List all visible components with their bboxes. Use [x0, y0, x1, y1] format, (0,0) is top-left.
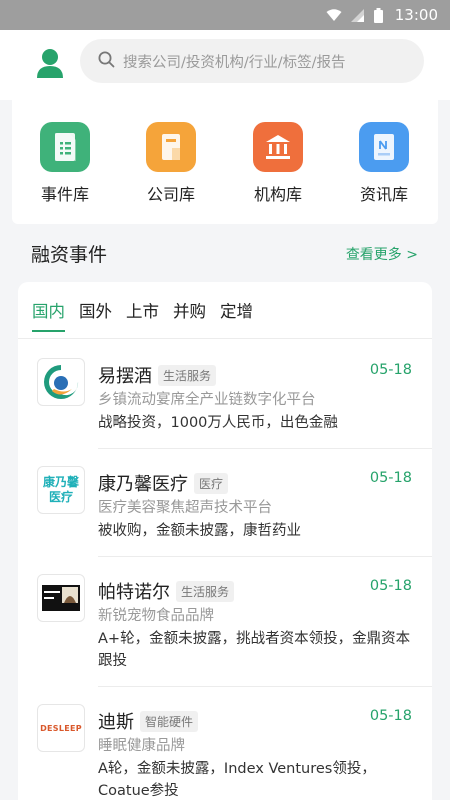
row-divider: [98, 556, 432, 557]
company-name-row: 康乃馨医疗 医疗: [98, 470, 229, 496]
event-date: 05-18: [369, 708, 412, 724]
tab-domestic[interactable]: 国内: [32, 298, 65, 332]
logo-text: 医疗: [48, 490, 73, 504]
battery-icon: [373, 7, 383, 23]
industry-tag: 智能硬件: [140, 710, 199, 732]
company-building-icon: [146, 122, 196, 172]
financing-events-card: 国内 国外 上市 并购 定增 易摆酒 生活服务 05-18 乡镇流动宴席全产业链数…: [18, 282, 432, 800]
logo-text: DESLEEP: [40, 723, 82, 733]
document-list-icon: [40, 122, 90, 172]
quick-link-companies[interactable]: 公司库: [131, 122, 211, 205]
company-name: 帕特诺尔: [98, 582, 170, 603]
tabs-divider: [18, 338, 432, 339]
company-name-row: 易摆酒 生活服务: [98, 362, 217, 388]
category-tabs: 国内 国外 上市 并购 定增: [32, 298, 253, 332]
company-logo: 康乃馨 医疗: [37, 466, 85, 514]
quick-link-events[interactable]: 事件库: [25, 122, 105, 205]
event-row[interactable]: DESLEEP 迪斯 智能硬件 05-18 睡眠健康品牌 A轮，金额未披露，Ind…: [18, 688, 432, 800]
quick-link-label: 事件库: [40, 185, 89, 204]
company-logo: DESLEEP: [37, 704, 85, 752]
deal-summary: A轮，金额未披露，Index Ventures领投，Coatue参投: [98, 761, 376, 799]
row-divider: [98, 448, 432, 449]
company-name-row: 迪斯 智能硬件: [98, 708, 199, 734]
row-divider: [98, 686, 432, 687]
user-avatar-icon[interactable]: [36, 48, 64, 78]
quick-links-panel: 事件库 公司库 机构库 资讯库: [12, 100, 438, 224]
company-description: 睡眠健康品牌: [98, 738, 185, 754]
event-row[interactable]: 易摆酒 生活服务 05-18 乡镇流动宴席全产业链数字化平台 战略投资，1000万…: [18, 342, 432, 450]
search-placeholder: 搜索公司/投资机构/行业/标签/报告: [123, 54, 346, 71]
company-description: 乡镇流动宴席全产业链数字化平台: [98, 392, 316, 408]
quick-link-institutions[interactable]: 机构库: [238, 122, 318, 205]
quick-link-label: 资讯库: [359, 185, 408, 204]
tab-ipo[interactable]: 上市: [126, 298, 159, 332]
company-logo: [37, 574, 85, 622]
deal-summary: A+轮，金额未披露，挑战者资本领投，金鼎资本跟投: [98, 631, 411, 669]
header: 搜索公司/投资机构/行业/标签/报告: [0, 30, 450, 100]
section-title: 融资事件: [31, 244, 108, 266]
status-time: 13:00: [394, 6, 438, 24]
company-description: 新锐宠物食品品牌: [98, 608, 214, 624]
company-description: 医疗美容聚焦超声技术平台: [98, 500, 272, 516]
event-date: 05-18: [369, 470, 412, 486]
company-name: 易摆酒: [98, 366, 152, 387]
industry-tag: 医疗: [194, 472, 229, 494]
quick-link-label: 机构库: [253, 185, 302, 204]
search-icon: [98, 51, 115, 72]
industry-tag: 生活服务: [158, 364, 217, 386]
company-name: 康乃馨医疗: [98, 474, 188, 495]
quick-link-label: 公司库: [146, 185, 195, 204]
quick-link-news[interactable]: 资讯库: [344, 122, 424, 205]
event-row[interactable]: 帕特诺尔 生活服务 05-18 新锐宠物食品品牌 A+轮，金额未披露，挑战者资本领…: [18, 558, 432, 688]
tab-foreign[interactable]: 国外: [79, 298, 112, 332]
search-input[interactable]: 搜索公司/投资机构/行业/标签/报告: [80, 39, 424, 83]
company-name: 迪斯: [98, 712, 134, 733]
view-more-link[interactable]: 查看更多 >: [346, 244, 418, 264]
status-bar: 13:00: [0, 0, 450, 30]
company-name-row: 帕特诺尔 生活服务: [98, 578, 235, 604]
event-date: 05-18: [369, 578, 412, 594]
news-document-icon: [359, 122, 409, 172]
deal-summary: 战略投资，1000万人民币，出色金融: [98, 415, 338, 431]
logo-text: 康乃馨: [42, 475, 79, 489]
tab-private-placement[interactable]: 定增: [220, 298, 253, 332]
cell-signal-icon: [350, 8, 365, 22]
institution-bank-icon: [253, 122, 303, 172]
deal-summary: 被收购，金额未披露，康哲药业: [98, 523, 301, 539]
industry-tag: 生活服务: [176, 580, 235, 602]
wifi-icon: [326, 8, 342, 22]
tab-mna[interactable]: 并购: [173, 298, 206, 332]
event-date: 05-18: [369, 362, 412, 378]
event-row[interactable]: 康乃馨 医疗 康乃馨医疗 医疗 05-18 医疗美容聚焦超声技术平台 被收购，金额…: [18, 450, 432, 558]
company-logo: [37, 358, 85, 406]
